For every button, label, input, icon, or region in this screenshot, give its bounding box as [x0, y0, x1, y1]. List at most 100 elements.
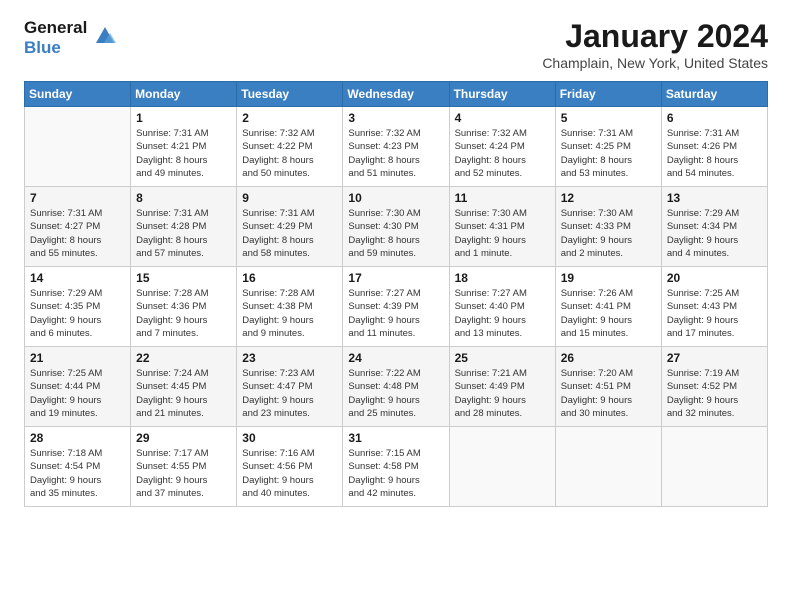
day-info: Sunrise: 7:19 AM Sunset: 4:52 PM Dayligh…	[667, 367, 762, 420]
location-subtitle: Champlain, New York, United States	[542, 55, 768, 71]
calendar-cell: 26 Sunrise: 7:20 AM Sunset: 4:51 PM Dayli…	[555, 347, 661, 427]
day-number: 1	[136, 111, 231, 125]
calendar-cell: 7 Sunrise: 7:31 AM Sunset: 4:27 PM Daylig…	[25, 187, 131, 267]
calendar-cell	[555, 427, 661, 507]
weekday-header-row: SundayMondayTuesdayWednesdayThursdayFrid…	[25, 82, 768, 107]
calendar-cell: 28 Sunrise: 7:18 AM Sunset: 4:54 PM Dayli…	[25, 427, 131, 507]
day-number: 6	[667, 111, 762, 125]
day-number: 3	[348, 111, 443, 125]
day-number: 17	[348, 271, 443, 285]
title-block: January 2024 Champlain, New York, United…	[542, 18, 768, 71]
calendar-cell: 22Sunrise: 7:24 AM Sunset: 4:45 PM Dayli…	[131, 347, 237, 427]
day-number: 19	[561, 271, 656, 285]
day-number: 8	[136, 191, 231, 205]
day-info: Sunrise: 7:31 AM Sunset: 4:29 PM Dayligh…	[242, 207, 337, 260]
day-info: Sunrise: 7:28 AM Sunset: 4:36 PM Dayligh…	[136, 287, 231, 340]
logo: General Blue	[24, 18, 120, 57]
day-number: 12	[561, 191, 656, 205]
calendar-cell: 4Sunrise: 7:32 AM Sunset: 4:24 PM Daylig…	[449, 107, 555, 187]
calendar-cell: 19 Sunrise: 7:26 AM Sunset: 4:41 PM Dayli…	[555, 267, 661, 347]
day-number: 28	[30, 431, 125, 445]
day-info: Sunrise: 7:31 AM Sunset: 4:26 PM Dayligh…	[667, 127, 762, 180]
day-number: 25	[455, 351, 550, 365]
calendar-cell: 2 Sunrise: 7:32 AM Sunset: 4:22 PM Daylig…	[237, 107, 343, 187]
day-number: 5	[561, 111, 656, 125]
day-number: 9	[242, 191, 337, 205]
calendar-cell	[25, 107, 131, 187]
calendar-cell: 8Sunrise: 7:31 AM Sunset: 4:28 PM Daylig…	[131, 187, 237, 267]
calendar-cell: 12 Sunrise: 7:30 AM Sunset: 4:33 PM Dayli…	[555, 187, 661, 267]
calendar-cell: 15 Sunrise: 7:28 AM Sunset: 4:36 PM Dayli…	[131, 267, 237, 347]
calendar-cell: 11Sunrise: 7:30 AM Sunset: 4:31 PM Dayli…	[449, 187, 555, 267]
day-number: 21	[30, 351, 125, 365]
calendar-week-row: 28 Sunrise: 7:18 AM Sunset: 4:54 PM Dayli…	[25, 427, 768, 507]
weekday-header-wednesday: Wednesday	[343, 82, 449, 107]
calendar-week-row: 1Sunrise: 7:31 AM Sunset: 4:21 PM Daylig…	[25, 107, 768, 187]
day-info: Sunrise: 7:16 AM Sunset: 4:56 PM Dayligh…	[242, 447, 337, 500]
day-info: Sunrise: 7:18 AM Sunset: 4:54 PM Dayligh…	[30, 447, 125, 500]
day-number: 7	[30, 191, 125, 205]
day-info: Sunrise: 7:28 AM Sunset: 4:38 PM Dayligh…	[242, 287, 337, 340]
calendar-page: General Blue January 2024 Champlain, New…	[0, 0, 792, 612]
day-info: Sunrise: 7:25 AM Sunset: 4:43 PM Dayligh…	[667, 287, 762, 340]
day-number: 16	[242, 271, 337, 285]
day-info: Sunrise: 7:32 AM Sunset: 4:22 PM Dayligh…	[242, 127, 337, 180]
calendar-week-row: 7 Sunrise: 7:31 AM Sunset: 4:27 PM Daylig…	[25, 187, 768, 267]
day-number: 26	[561, 351, 656, 365]
weekday-header-saturday: Saturday	[661, 82, 767, 107]
day-info: Sunrise: 7:30 AM Sunset: 4:31 PM Dayligh…	[455, 207, 550, 260]
calendar-cell: 16 Sunrise: 7:28 AM Sunset: 4:38 PM Dayli…	[237, 267, 343, 347]
weekday-header-sunday: Sunday	[25, 82, 131, 107]
calendar-cell: 20 Sunrise: 7:25 AM Sunset: 4:43 PM Dayli…	[661, 267, 767, 347]
calendar-cell: 18Sunrise: 7:27 AM Sunset: 4:40 PM Dayli…	[449, 267, 555, 347]
calendar-table: SundayMondayTuesdayWednesdayThursdayFrid…	[24, 81, 768, 507]
day-info: Sunrise: 7:25 AM Sunset: 4:44 PM Dayligh…	[30, 367, 125, 420]
calendar-cell: 31 Sunrise: 7:15 AM Sunset: 4:58 PM Dayli…	[343, 427, 449, 507]
day-number: 15	[136, 271, 231, 285]
day-info: Sunrise: 7:30 AM Sunset: 4:30 PM Dayligh…	[348, 207, 443, 260]
day-number: 13	[667, 191, 762, 205]
logo-blue: Blue	[24, 38, 61, 57]
calendar-week-row: 14 Sunrise: 7:29 AM Sunset: 4:35 PM Dayli…	[25, 267, 768, 347]
weekday-header-friday: Friday	[555, 82, 661, 107]
day-info: Sunrise: 7:20 AM Sunset: 4:51 PM Dayligh…	[561, 367, 656, 420]
month-year-title: January 2024	[542, 18, 768, 55]
day-number: 14	[30, 271, 125, 285]
day-info: Sunrise: 7:21 AM Sunset: 4:49 PM Dayligh…	[455, 367, 550, 420]
day-info: Sunrise: 7:31 AM Sunset: 4:25 PM Dayligh…	[561, 127, 656, 180]
day-info: Sunrise: 7:23 AM Sunset: 4:47 PM Dayligh…	[242, 367, 337, 420]
calendar-cell: 21 Sunrise: 7:25 AM Sunset: 4:44 PM Dayli…	[25, 347, 131, 427]
logo-icon	[90, 21, 120, 51]
calendar-cell: 29Sunrise: 7:17 AM Sunset: 4:55 PM Dayli…	[131, 427, 237, 507]
day-info: Sunrise: 7:29 AM Sunset: 4:35 PM Dayligh…	[30, 287, 125, 340]
calendar-cell: 24Sunrise: 7:22 AM Sunset: 4:48 PM Dayli…	[343, 347, 449, 427]
calendar-cell: 13Sunrise: 7:29 AM Sunset: 4:34 PM Dayli…	[661, 187, 767, 267]
day-number: 18	[455, 271, 550, 285]
calendar-week-row: 21 Sunrise: 7:25 AM Sunset: 4:44 PM Dayli…	[25, 347, 768, 427]
day-info: Sunrise: 7:17 AM Sunset: 4:55 PM Dayligh…	[136, 447, 231, 500]
day-info: Sunrise: 7:27 AM Sunset: 4:39 PM Dayligh…	[348, 287, 443, 340]
day-number: 20	[667, 271, 762, 285]
calendar-cell: 10Sunrise: 7:30 AM Sunset: 4:30 PM Dayli…	[343, 187, 449, 267]
weekday-header-monday: Monday	[131, 82, 237, 107]
weekday-header-tuesday: Tuesday	[237, 82, 343, 107]
calendar-cell: 23Sunrise: 7:23 AM Sunset: 4:47 PM Dayli…	[237, 347, 343, 427]
logo-general: General	[24, 18, 87, 37]
calendar-cell	[449, 427, 555, 507]
calendar-cell: 1Sunrise: 7:31 AM Sunset: 4:21 PM Daylig…	[131, 107, 237, 187]
calendar-cell: 6 Sunrise: 7:31 AM Sunset: 4:26 PM Daylig…	[661, 107, 767, 187]
day-info: Sunrise: 7:24 AM Sunset: 4:45 PM Dayligh…	[136, 367, 231, 420]
day-info: Sunrise: 7:31 AM Sunset: 4:27 PM Dayligh…	[30, 207, 125, 260]
day-info: Sunrise: 7:30 AM Sunset: 4:33 PM Dayligh…	[561, 207, 656, 260]
day-number: 2	[242, 111, 337, 125]
day-info: Sunrise: 7:15 AM Sunset: 4:58 PM Dayligh…	[348, 447, 443, 500]
day-info: Sunrise: 7:26 AM Sunset: 4:41 PM Dayligh…	[561, 287, 656, 340]
calendar-cell: 30Sunrise: 7:16 AM Sunset: 4:56 PM Dayli…	[237, 427, 343, 507]
header: General Blue January 2024 Champlain, New…	[24, 18, 768, 71]
day-number: 24	[348, 351, 443, 365]
day-info: Sunrise: 7:32 AM Sunset: 4:23 PM Dayligh…	[348, 127, 443, 180]
calendar-cell: 5 Sunrise: 7:31 AM Sunset: 4:25 PM Daylig…	[555, 107, 661, 187]
day-number: 31	[348, 431, 443, 445]
calendar-cell: 17 Sunrise: 7:27 AM Sunset: 4:39 PM Dayli…	[343, 267, 449, 347]
calendar-cell: 9 Sunrise: 7:31 AM Sunset: 4:29 PM Daylig…	[237, 187, 343, 267]
